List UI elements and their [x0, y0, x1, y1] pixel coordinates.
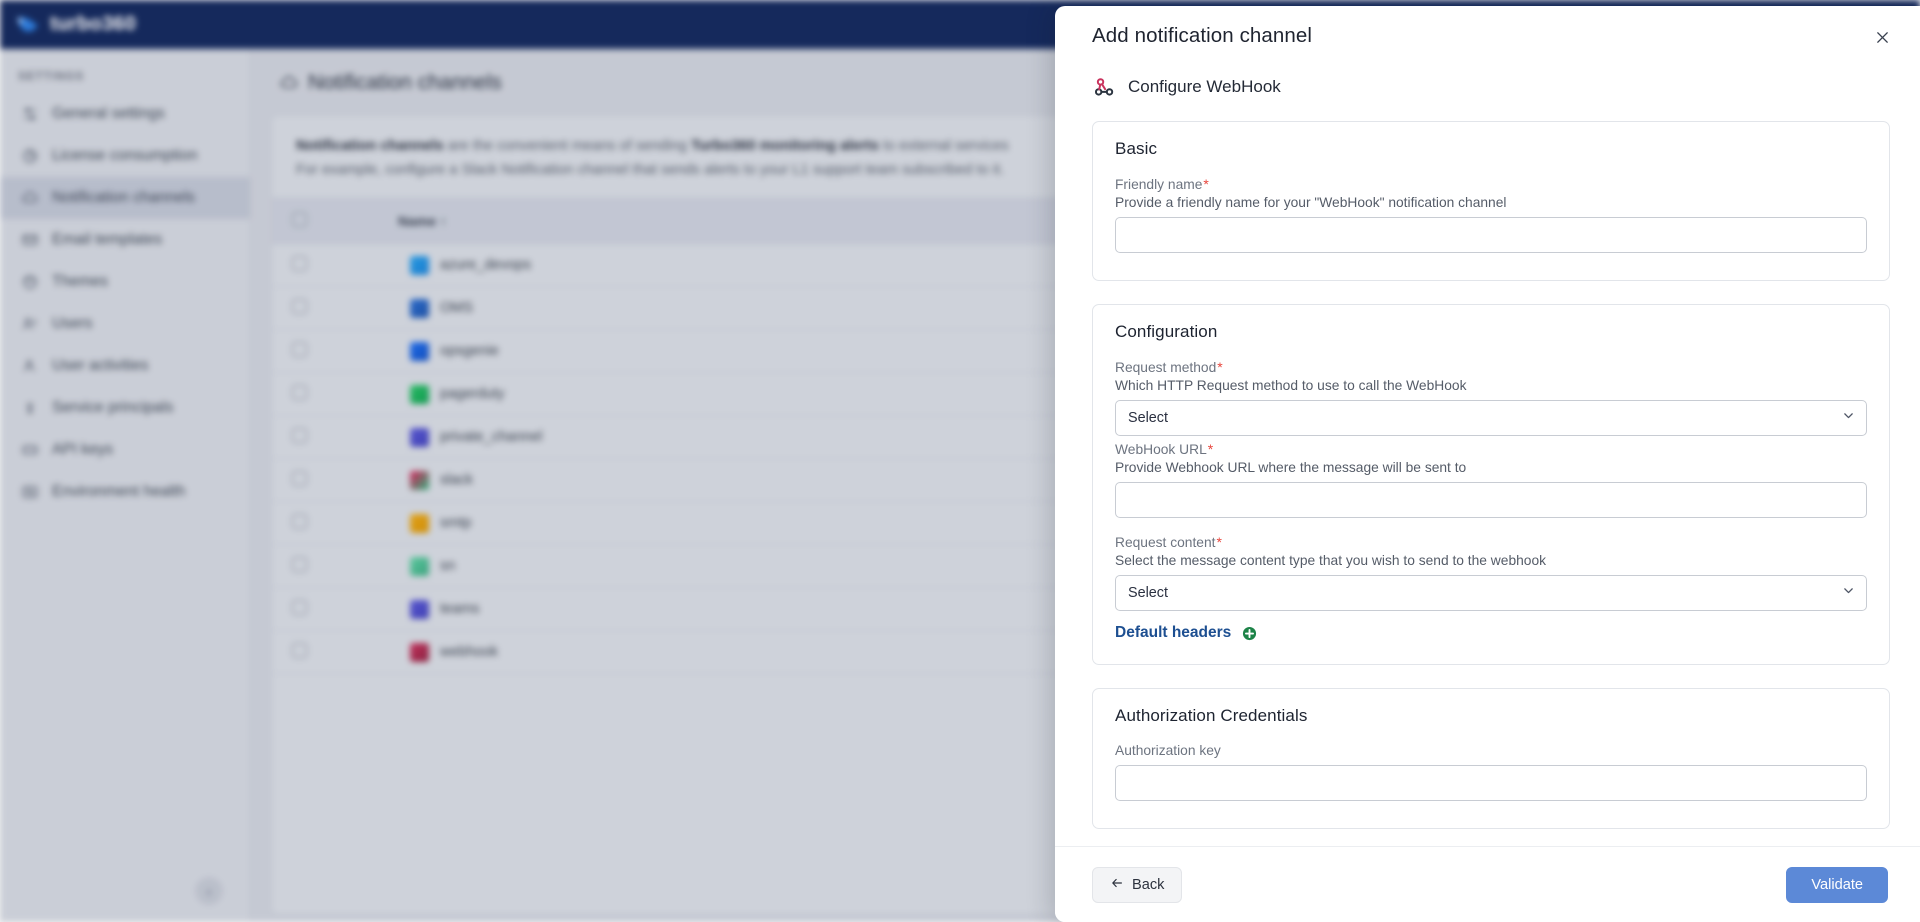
basic-section-title: Basic: [1115, 139, 1158, 158]
modal-subtitle: Configure WebHook: [1092, 74, 1890, 99]
add-notification-channel-modal: Add notification channel Configure WebHo…: [1055, 6, 1920, 922]
request-content-help: Select the message content type that you…: [1115, 553, 1547, 568]
arrow-left-icon: [1110, 876, 1124, 894]
basic-section: Basic Friendly name* Provide a friendly …: [1092, 121, 1890, 281]
webhook-url-help: Provide Webhook URL where the message wi…: [1115, 460, 1467, 475]
request-content-select-wrap: SelectJSONXMLText: [1115, 575, 1867, 611]
webhook-url-label-text: WebHook URL: [1115, 442, 1207, 457]
authorization-key-field: Authorization key: [1115, 743, 1867, 801]
required-marker: *: [1216, 534, 1222, 550]
request-content-label: Request content*: [1115, 534, 1867, 550]
request-content-select[interactable]: SelectJSONXMLText: [1115, 575, 1867, 611]
close-icon[interactable]: [1870, 25, 1894, 49]
friendly-name-input[interactable]: [1115, 217, 1867, 253]
friendly-name-label: Friendly name*: [1115, 176, 1867, 192]
plus-circle-icon[interactable]: [1242, 626, 1257, 641]
default-headers-row: Default headers: [1115, 624, 1867, 642]
back-button-label: Back: [1132, 876, 1165, 893]
request-method-select[interactable]: SelectGETPOSTPUTPATCHDELETE: [1115, 400, 1867, 436]
required-marker: *: [1203, 176, 1209, 192]
modal-title: Add notification channel: [1092, 24, 1313, 47]
authorization-section-title: Authorization Credentials: [1115, 706, 1308, 725]
authorization-section: Authorization Credentials Authorization …: [1092, 688, 1890, 829]
authorization-key-label: Authorization key: [1115, 743, 1221, 758]
authorization-key-input[interactable]: [1115, 765, 1867, 801]
required-marker: *: [1207, 441, 1214, 457]
validate-button[interactable]: Validate: [1786, 866, 1888, 903]
request-method-label: Request method*: [1115, 359, 1867, 375]
validate-button-label: Validate: [1811, 876, 1863, 893]
request-content-label-text: Request content: [1115, 535, 1216, 550]
friendly-name-field: Friendly name* Provide a friendly name f…: [1115, 176, 1867, 253]
modal-body[interactable]: Basic Friendly name* Provide a friendly …: [1055, 99, 1920, 846]
required-marker: *: [1217, 359, 1223, 375]
friendly-name-help: Provide a friendly name for your "WebHoo…: [1115, 195, 1507, 210]
default-headers-link[interactable]: Default headers: [1115, 624, 1231, 642]
webhook-url-label: WebHook URL*: [1115, 441, 1867, 457]
request-content-field: Request content* Select the message cont…: [1115, 534, 1867, 611]
configuration-section-title: Configuration: [1115, 322, 1218, 341]
request-method-help: Which HTTP Request method to use to call…: [1115, 378, 1467, 393]
modal-subtitle-text: Configure WebHook: [1128, 76, 1281, 96]
request-method-field: Request method* Which HTTP Request metho…: [1115, 359, 1867, 436]
modal-footer: Back Validate: [1055, 846, 1920, 922]
request-method-select-wrap: SelectGETPOSTPUTPATCHDELETE: [1115, 400, 1867, 436]
webhook-url-input[interactable]: [1115, 482, 1867, 518]
webhook-url-field: WebHook URL* Provide Webhook URL where t…: [1115, 441, 1867, 518]
request-method-label-text: Request method: [1115, 360, 1217, 375]
back-button[interactable]: Back: [1092, 866, 1183, 903]
webhook-icon: [1092, 74, 1117, 99]
configuration-section: Configuration Request method* Which HTTP…: [1092, 304, 1890, 665]
friendly-name-label-text: Friendly name: [1115, 177, 1203, 192]
modal-header: Add notification channel Configure WebHo…: [1055, 6, 1920, 99]
